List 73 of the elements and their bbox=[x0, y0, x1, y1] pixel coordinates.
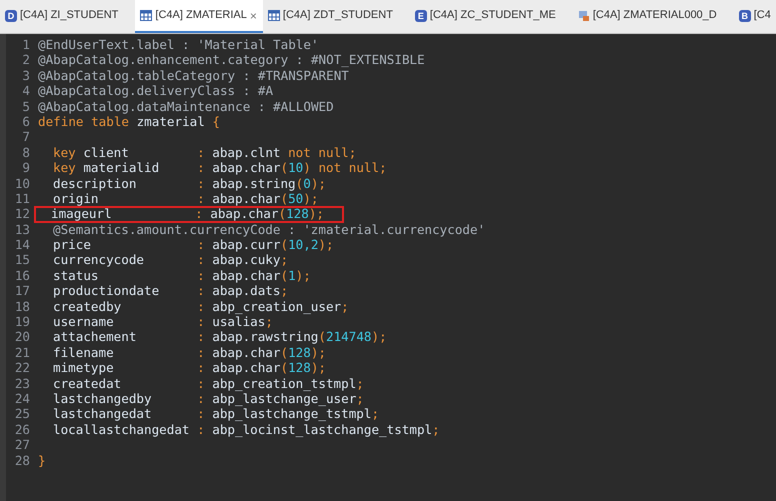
tab-label: [C4A] ZC_STUDENT_ME bbox=[430, 8, 556, 24]
code-line: @Semantics.amount.currencyCode : 'zmaterial.currencycode' bbox=[52, 222, 486, 238]
line-number: 19 bbox=[14, 314, 30, 330]
line-number: 3 bbox=[21, 68, 30, 84]
line-number: 20 bbox=[14, 329, 30, 345]
line-number: 8 bbox=[21, 144, 30, 160]
editor-tab[interactable]: E [C4A] ZC_STUDENT_ME bbox=[410, 0, 573, 33]
tab-label: [C4A] ZI_STUDENT bbox=[20, 8, 118, 24]
editor-tab[interactable]: D [C4A] ZI_STUDENT bbox=[0, 0, 136, 33]
table-icon bbox=[268, 10, 280, 21]
line-number: 25 bbox=[14, 406, 30, 422]
code-line: define table zmaterial { bbox=[38, 114, 220, 130]
code-line: price : abap.curr(10,2); bbox=[52, 237, 334, 252]
line-number: 2 bbox=[21, 52, 30, 68]
code-line: @AbapCatalog.tableCategory : #TRANSPARENT bbox=[38, 68, 349, 84]
code-line: createdat : abp_creation_tstmpl; bbox=[52, 376, 364, 391]
line-number: 9 bbox=[21, 160, 30, 176]
code-line: createdby : abp_creation_user; bbox=[52, 298, 349, 314]
tab-label: [C4A] ZMATERIAL bbox=[155, 8, 247, 24]
code-line: origin : abap.char(50); bbox=[52, 190, 318, 206]
line-number: 24 bbox=[14, 390, 30, 406]
line-number: 7 bbox=[21, 129, 30, 145]
line-number: 26 bbox=[14, 422, 30, 438]
code-line: lastchangedby : abp_lastchange_user; bbox=[52, 390, 364, 406]
code-line: mimetype : abap.char(128); bbox=[52, 360, 326, 376]
tab-label: [C4A] ZDT_STUDENT bbox=[282, 8, 393, 24]
tab-label: [C4A] ZMATERIAL000_D bbox=[592, 8, 717, 24]
code-line: key client : abap.clnt not null; bbox=[52, 144, 356, 160]
line-number: 17 bbox=[14, 283, 30, 299]
line-number: 13 bbox=[14, 222, 30, 238]
tab-label: [C4 bbox=[754, 8, 771, 24]
object-icon bbox=[578, 10, 590, 22]
code-line: description : abap.string(0); bbox=[52, 176, 326, 191]
editor-tab[interactable]: [C4A] ZMATERIAL × bbox=[135, 0, 263, 33]
line-number: 27 bbox=[14, 437, 30, 453]
line-number: 23 bbox=[14, 376, 30, 391]
line-number: 10 bbox=[14, 176, 30, 191]
code-line: status : abap.char(1); bbox=[52, 268, 311, 284]
line-number: 28 bbox=[14, 452, 30, 468]
code-line: username : usalias; bbox=[52, 314, 273, 330]
line-number: 22 bbox=[14, 360, 30, 376]
line-number: 4 bbox=[21, 83, 30, 99]
code-line: locallastchangedat : abp_locinst_lastchange_tstmpl; bbox=[52, 422, 440, 438]
close-button[interactable]: × bbox=[250, 10, 257, 22]
code-line: @AbapCatalog.dataMaintenance : #ALLOWED bbox=[38, 98, 334, 114]
line-number: 6 bbox=[21, 114, 30, 130]
line-number: 18 bbox=[14, 298, 30, 314]
code-line: filename : abap.char(128); bbox=[52, 344, 326, 360]
line-number: 14 bbox=[14, 237, 30, 252]
code-line: attachement : abap.rawstring(214748); bbox=[52, 329, 387, 345]
code-line: lastchangedat : abp_lastchange_tstmpl; bbox=[52, 406, 380, 422]
line-number: 12 bbox=[14, 206, 30, 222]
line-number: 1 bbox=[21, 37, 30, 52]
editor-tab[interactable]: [C4A] ZDT_STUDENT bbox=[262, 0, 410, 33]
letter-icon: D bbox=[5, 10, 17, 22]
code-line: currencycode : abap.cuky; bbox=[52, 252, 288, 268]
code-line: @AbapCatalog.deliveryClass : #A bbox=[38, 83, 274, 99]
line-number: 15 bbox=[14, 252, 30, 268]
letter-icon: B bbox=[738, 10, 751, 22]
editor-tab[interactable]: B [C4 bbox=[734, 0, 776, 33]
code-line: imageurl : abap.char(128); bbox=[50, 206, 324, 222]
code-line: productiondate : abap.dats; bbox=[52, 283, 288, 299]
code-line: key materialid : abap.char(10) not null; bbox=[52, 160, 387, 176]
code-line: @AbapCatalog.enhancement.category : #NOT_EXTENSIBLE bbox=[38, 52, 425, 68]
line-number: 11 bbox=[14, 190, 30, 206]
code-line: } bbox=[38, 452, 46, 468]
editor-tab[interactable]: [C4A] ZMATERIAL000_D bbox=[572, 0, 734, 33]
letter-icon: E bbox=[414, 10, 427, 22]
line-number: 5 bbox=[21, 98, 30, 114]
line-number: 16 bbox=[14, 268, 30, 284]
line-number: 21 bbox=[14, 344, 30, 360]
code-line: @EndUserText.label : 'Material Table' bbox=[38, 37, 319, 52]
table-icon bbox=[140, 10, 152, 21]
